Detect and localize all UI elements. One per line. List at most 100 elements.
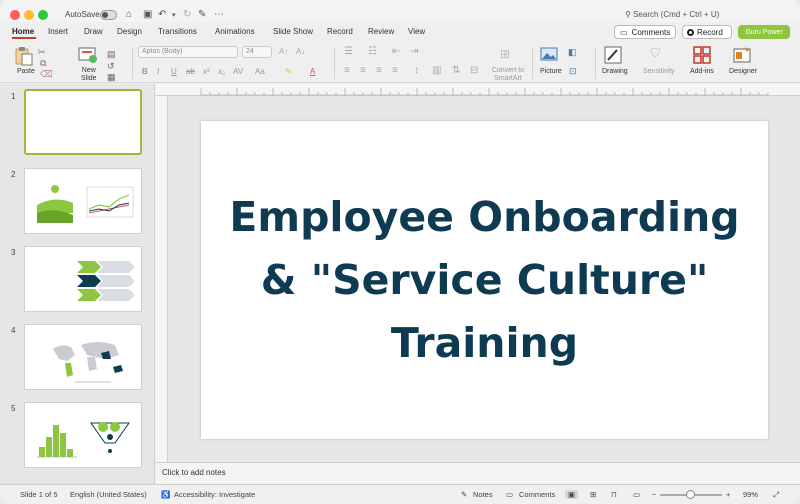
align-right-icon[interactable]: ≡ [376, 65, 382, 76]
smartart-icon[interactable]: ⊞ [500, 47, 510, 61]
search-field[interactable]: ⚲ Search (Cmd + Ctrl + U) [625, 10, 719, 19]
more-icon[interactable]: ⋯ [214, 9, 224, 20]
strikethrough-icon[interactable]: ab [186, 67, 195, 76]
section-icon[interactable]: ▦ [107, 72, 116, 83]
notes-icon[interactable]: ✎ [461, 490, 467, 499]
tab-animations[interactable]: Animations [215, 27, 255, 36]
decrease-indent-icon[interactable]: ⇤ [392, 46, 400, 57]
superscript-icon[interactable]: x² [203, 67, 210, 76]
layout-icon[interactable]: ▤ [107, 49, 116, 60]
comments-toggle[interactable]: Comments [519, 490, 555, 499]
change-case-icon[interactable]: Aa [255, 67, 265, 76]
bullets-icon[interactable]: ☰ [344, 46, 353, 57]
paste-label[interactable]: Paste [17, 68, 35, 75]
sensitivity-label[interactable]: Sensitivity [643, 68, 675, 75]
picture-icon[interactable] [540, 47, 558, 61]
line-spacing-icon[interactable]: ↕ [414, 65, 419, 76]
designer-icon[interactable] [733, 46, 751, 64]
addins-icon[interactable] [693, 46, 711, 64]
highlight-icon[interactable]: ✎ [285, 67, 292, 76]
justify-icon[interactable]: ≡ [392, 65, 398, 76]
redo-icon[interactable]: ↻ [183, 9, 191, 20]
tab-review[interactable]: Review [368, 27, 394, 36]
zoom-slider-handle[interactable] [686, 490, 695, 499]
bold-icon[interactable]: B [142, 67, 148, 76]
copy-icon[interactable]: ⧉ [40, 58, 46, 69]
sensitivity-icon[interactable]: ⛉ [651, 46, 660, 61]
tab-slide-show[interactable]: Slide Show [273, 27, 313, 36]
close-window-button[interactable] [10, 10, 20, 20]
picture-label[interactable]: Picture [540, 68, 562, 75]
text-direction-icon[interactable]: ⇅ [452, 65, 460, 76]
designer-label[interactable]: Designer [729, 68, 757, 75]
new-slide-label[interactable]: New Slide [81, 67, 97, 83]
slide-thumbnail-2[interactable] [24, 168, 142, 234]
guru-power-button[interactable]: Guru Power [738, 25, 790, 39]
zoom-out-icon[interactable]: − [652, 490, 656, 499]
convert-smartart-label[interactable]: Convert to SmartArt [490, 67, 526, 83]
current-slide[interactable]: Employee Onboarding & "Service Culture" … [201, 121, 768, 439]
slide-sorter-icon[interactable]: ⊞ [590, 490, 596, 499]
decrease-font-icon[interactable]: A↓ [296, 47, 305, 56]
slide-title[interactable]: Employee Onboarding & "Service Culture" … [225, 186, 745, 375]
accessibility-icon[interactable]: ♿ [161, 490, 170, 499]
slide-thumbnail-1[interactable] [24, 89, 142, 155]
addins-label[interactable]: Add-ins [690, 68, 714, 75]
slideshow-icon[interactable]: ▭ [633, 490, 640, 499]
notes-pane[interactable]: Click to add notes [156, 462, 800, 484]
align-text-icon[interactable]: ⊟ [470, 65, 478, 76]
zoom-in-icon[interactable]: + [726, 490, 730, 499]
numbering-icon[interactable]: ☷ [368, 46, 377, 57]
language-status[interactable]: English (United States) [70, 490, 147, 499]
tab-draw[interactable]: Draw [84, 27, 103, 36]
align-center-icon[interactable]: ≡ [360, 65, 366, 76]
save-icon[interactable]: ▣ [143, 9, 152, 20]
slide-thumbnail-4[interactable] [24, 324, 142, 390]
notes-placeholder[interactable]: Click to add notes [162, 468, 226, 477]
textbox-icon[interactable]: ⊡ [569, 66, 577, 77]
slide-thumbnail-5[interactable] [24, 402, 142, 468]
undo-dropdown-icon[interactable]: ▾ [172, 11, 176, 19]
tab-home[interactable]: Home [12, 27, 34, 36]
comments-button[interactable]: ▭ Comments [614, 25, 676, 39]
increase-font-icon[interactable]: A↑ [279, 47, 288, 56]
zoom-level[interactable]: 99% [743, 490, 758, 499]
tab-design[interactable]: Design [117, 27, 142, 36]
format-painter-icon[interactable]: ✎ [198, 9, 206, 20]
font-name-select[interactable]: Aptos (Body) [138, 46, 238, 58]
font-size-select[interactable]: 24 [242, 46, 272, 58]
reset-icon[interactable]: ↺ [107, 61, 115, 72]
drawing-icon[interactable] [604, 46, 622, 64]
accessibility-status[interactable]: Accessibility: Investigate [174, 490, 255, 499]
increase-indent-icon[interactable]: ⇥ [410, 46, 418, 57]
character-spacing-icon[interactable]: AV [233, 67, 243, 76]
subscript-icon[interactable]: x₂ [218, 67, 225, 76]
new-slide-icon[interactable] [78, 47, 98, 63]
underline-icon[interactable]: U [171, 67, 177, 76]
maximize-window-button[interactable] [38, 10, 48, 20]
comments-icon[interactable]: ▭ [506, 490, 513, 499]
drawing-label[interactable]: Drawing [602, 68, 628, 75]
reading-view-icon[interactable]: ⊓ [611, 490, 617, 499]
paste-icon[interactable] [14, 46, 34, 66]
tab-record[interactable]: Record [327, 27, 353, 36]
tab-insert[interactable]: Insert [48, 27, 68, 36]
autosave-toggle[interactable] [100, 10, 117, 20]
font-color-icon[interactable]: A [310, 67, 315, 76]
cut-icon[interactable]: ✂ [38, 47, 46, 58]
fit-to-window-icon[interactable]: ⤢ [773, 490, 779, 500]
record-button[interactable]: Record [682, 25, 732, 39]
normal-view-icon[interactable]: ▣ [565, 490, 579, 499]
slide-thumbnail-3[interactable] [24, 246, 142, 312]
minimize-window-button[interactable] [24, 10, 34, 20]
undo-icon[interactable]: ↶ [158, 9, 166, 20]
notes-toggle[interactable]: Notes [473, 490, 493, 499]
align-left-icon[interactable]: ≡ [344, 65, 350, 76]
home-icon[interactable]: ⌂ [126, 9, 132, 20]
columns-icon[interactable]: ▥ [432, 65, 441, 76]
tab-transitions[interactable]: Transitions [158, 27, 197, 36]
tab-view[interactable]: View [408, 27, 425, 36]
shapes-icon[interactable]: ◧ [568, 47, 577, 58]
italic-icon[interactable]: I [157, 67, 159, 76]
format-brush-icon[interactable]: ⌫ [40, 69, 53, 80]
